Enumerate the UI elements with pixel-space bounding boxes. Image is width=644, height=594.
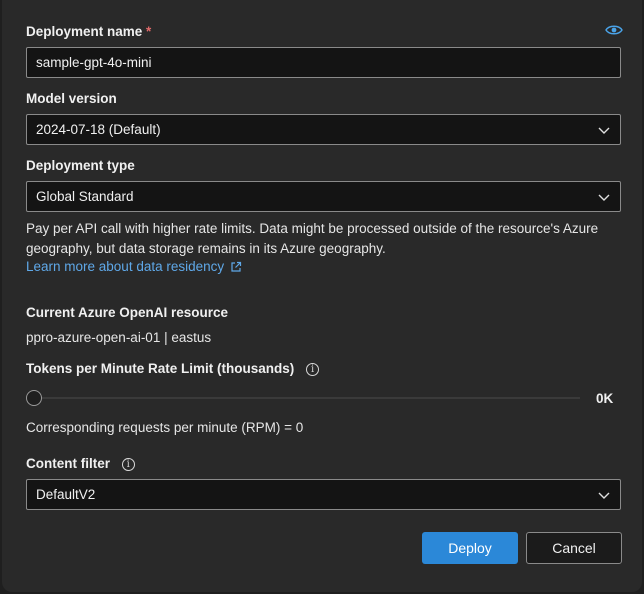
- data-residency-link-text: Learn more about data residency: [26, 259, 225, 274]
- content-filter-label-text: Content filter: [26, 456, 110, 471]
- deployment-type-label: Deployment type: [26, 158, 135, 173]
- content-filter-value: DefaultV2: [36, 487, 96, 502]
- resource-label: Current Azure OpenAI resource: [26, 305, 229, 320]
- deployment-name-label-text: Deployment name: [26, 24, 143, 39]
- external-link-icon: [231, 261, 242, 272]
- deployment-type-value: Global Standard: [36, 189, 134, 204]
- model-version-label: Model version: [26, 91, 117, 106]
- eye-icon[interactable]: [605, 24, 623, 36]
- rate-limit-slider-thumb[interactable]: [26, 390, 42, 406]
- model-version-value: 2024-07-18 (Default): [36, 122, 161, 137]
- deployment-type-description: Pay per API call with higher rate limits…: [26, 221, 599, 256]
- required-marker: *: [146, 24, 152, 39]
- deployment-name-input[interactable]: [36, 55, 611, 70]
- resource-value: ppro-azure-open-ai-01 | eastus: [26, 330, 212, 345]
- content-filter-label: Content filter i: [26, 456, 135, 471]
- rpm-text: Corresponding requests per minute (RPM) …: [26, 420, 304, 435]
- content-filter-select[interactable]: DefaultV2: [26, 479, 621, 510]
- chevron-down-icon: [597, 190, 611, 204]
- info-icon[interactable]: i: [121, 457, 135, 471]
- deployment-name-field[interactable]: [26, 47, 621, 78]
- rate-limit-label-text: Tokens per Minute Rate Limit (thousands): [26, 361, 295, 376]
- deployment-name-label: Deployment name *: [26, 24, 151, 39]
- deploy-button[interactable]: Deploy: [422, 532, 518, 564]
- model-version-select[interactable]: 2024-07-18 (Default): [26, 114, 621, 145]
- info-icon[interactable]: i: [306, 362, 320, 376]
- data-residency-link[interactable]: Learn more about data residency: [26, 259, 242, 274]
- deployment-type-select[interactable]: Global Standard: [26, 181, 621, 212]
- chevron-down-icon: [597, 488, 611, 502]
- rate-limit-slider-track[interactable]: [34, 397, 580, 399]
- chevron-down-icon: [597, 123, 611, 137]
- rate-limit-label: Tokens per Minute Rate Limit (thousands)…: [26, 361, 320, 376]
- cancel-button[interactable]: Cancel: [526, 532, 622, 564]
- rate-limit-value: 0K: [596, 391, 614, 406]
- deploy-model-panel: Deployment name * Model version 2024-07-…: [2, 0, 642, 592]
